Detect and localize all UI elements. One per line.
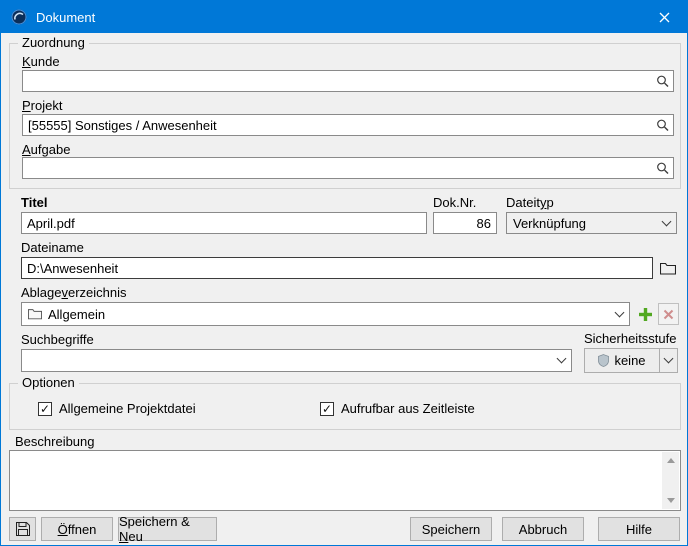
sicherheitsstufe-dropdown[interactable] bbox=[659, 349, 677, 372]
ablageverzeichnis-combobox[interactable]: Allgemein bbox=[21, 302, 630, 326]
checkbox-allgemeine-projektdatei[interactable]: ✓ Allgemeine Projektdatei bbox=[38, 401, 196, 416]
check-icon: ✓ bbox=[322, 403, 332, 415]
close-icon bbox=[659, 12, 670, 23]
chevron-down-icon bbox=[656, 213, 676, 233]
doknr-input[interactable] bbox=[433, 212, 497, 234]
titlebar[interactable]: Dokument bbox=[1, 1, 687, 33]
sicherheitsstufe-value: keine bbox=[614, 353, 645, 368]
shield-icon bbox=[598, 354, 609, 367]
aufgabe-field bbox=[22, 157, 674, 179]
kunde-search-icon[interactable] bbox=[656, 75, 669, 88]
aufgabe-input[interactable] bbox=[22, 157, 674, 179]
folder-open-icon bbox=[660, 262, 676, 275]
dateityp-combobox[interactable]: Verknüpfung bbox=[506, 212, 677, 234]
chevron-down-icon bbox=[664, 354, 674, 364]
checkbox-label: Aufrufbar aus Zeitleiste bbox=[341, 401, 475, 416]
hilfe-label: Hilfe bbox=[626, 522, 652, 537]
ablageverzeichnis-value: Allgemein bbox=[48, 307, 105, 322]
sicherheitsstufe-button[interactable]: keine bbox=[584, 348, 678, 373]
abbruch-label: Abbruch bbox=[519, 522, 567, 537]
ablageverzeichnis-label: Ablageverzeichnis bbox=[21, 285, 127, 300]
beschreibung-label: Beschreibung bbox=[15, 434, 95, 449]
doknr-label: Dok.Nr. bbox=[433, 195, 476, 210]
projekt-label: Projekt bbox=[22, 98, 62, 113]
zuordnung-group: Zuordnung Kunde Projekt Aufgabe bbox=[9, 43, 681, 189]
checkbox-aufrufbar-aus-zeitleiste[interactable]: ✓ Aufrufbar aus Zeitleiste bbox=[320, 401, 475, 416]
suchbegriffe-combobox[interactable] bbox=[21, 349, 572, 372]
chevron-down-icon bbox=[551, 350, 571, 371]
close-button[interactable] bbox=[642, 1, 687, 33]
speichern-und-neu-button[interactable]: Speichern & Neu bbox=[118, 517, 217, 541]
browse-folder-button[interactable] bbox=[657, 259, 679, 277]
speichern-label: Speichern bbox=[422, 522, 481, 537]
aufgabe-search-icon[interactable] bbox=[656, 162, 669, 175]
kunde-field bbox=[22, 70, 674, 92]
save-icon-button[interactable] bbox=[9, 517, 36, 541]
floppy-disk-icon bbox=[16, 522, 30, 536]
abbruch-button[interactable]: Abbruch bbox=[502, 517, 584, 541]
dateiname-field bbox=[21, 257, 653, 279]
sicherheitsstufe-label: Sicherheitsstufe bbox=[584, 331, 677, 346]
remove-directory-button[interactable] bbox=[658, 303, 679, 325]
dateiname-input[interactable] bbox=[21, 257, 653, 279]
delete-x-icon bbox=[663, 309, 674, 320]
kunde-input[interactable] bbox=[22, 70, 674, 92]
titel-input[interactable] bbox=[21, 212, 427, 234]
oeffnen-label: Öffnen bbox=[58, 522, 97, 537]
speichern-und-neu-label: Speichern & Neu bbox=[119, 514, 216, 544]
chevron-down-icon bbox=[609, 303, 629, 325]
app-icon bbox=[11, 9, 27, 25]
add-directory-button[interactable] bbox=[635, 303, 656, 325]
check-icon: ✓ bbox=[40, 403, 50, 415]
checkbox-box[interactable]: ✓ bbox=[38, 402, 52, 416]
projekt-field bbox=[22, 114, 674, 136]
window-title: Dokument bbox=[36, 10, 95, 25]
hilfe-button[interactable]: Hilfe bbox=[598, 517, 680, 541]
dateiname-label: Dateiname bbox=[21, 240, 84, 255]
speichern-button[interactable]: Speichern bbox=[410, 517, 492, 541]
kunde-label: Kunde bbox=[22, 54, 60, 69]
dateityp-value: Verknüpfung bbox=[513, 216, 586, 231]
beschreibung-field bbox=[9, 450, 681, 511]
titel-label: Titel bbox=[21, 195, 48, 210]
oeffnen-button[interactable]: Öffnen bbox=[41, 517, 113, 541]
optionen-legend: Optionen bbox=[18, 375, 79, 390]
dateityp-label: Dateityp bbox=[506, 195, 554, 210]
vertical-scrollbar[interactable] bbox=[662, 452, 679, 509]
sicherheitsstufe-main[interactable]: keine bbox=[585, 349, 659, 372]
plus-icon bbox=[638, 307, 653, 322]
scroll-down-icon[interactable] bbox=[667, 498, 675, 503]
beschreibung-textarea[interactable] bbox=[10, 451, 680, 510]
zuordnung-legend: Zuordnung bbox=[18, 35, 89, 50]
projekt-input[interactable] bbox=[22, 114, 674, 136]
suchbegriffe-label: Suchbegriffe bbox=[21, 332, 94, 347]
projekt-search-icon[interactable] bbox=[656, 119, 669, 132]
checkbox-label: Allgemeine Projektdatei bbox=[59, 401, 196, 416]
aufgabe-label: Aufgabe bbox=[22, 142, 70, 157]
folder-icon bbox=[28, 308, 42, 320]
optionen-group: Optionen ✓ Allgemeine Projektdatei ✓ Auf… bbox=[9, 383, 681, 430]
doknr-field bbox=[433, 212, 497, 234]
scroll-up-icon[interactable] bbox=[667, 458, 675, 463]
checkbox-box[interactable]: ✓ bbox=[320, 402, 334, 416]
dokument-dialog: Dokument Zuordnung Kunde Projekt Aufgabe bbox=[0, 0, 688, 546]
titel-field bbox=[21, 212, 427, 234]
